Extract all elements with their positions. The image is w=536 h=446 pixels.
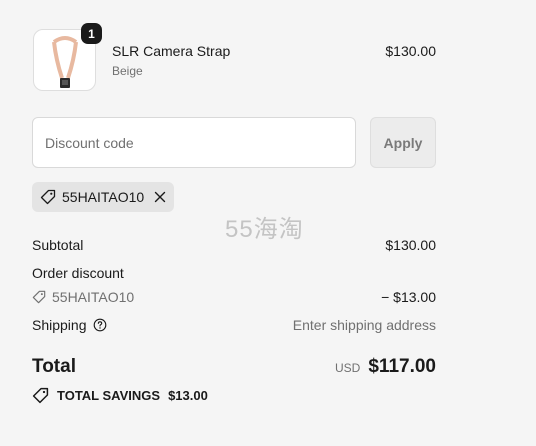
tag-icon	[40, 189, 56, 205]
order-discount-value: − $13.00	[381, 289, 436, 305]
order-discount-code-line: 55HAITAO10	[32, 289, 134, 305]
discount-code-input[interactable]	[32, 117, 356, 168]
tag-icon	[32, 290, 46, 304]
watermark: 55海淘	[225, 216, 304, 243]
order-discount-label: Order discount	[32, 265, 124, 281]
help-icon[interactable]	[93, 318, 107, 332]
shipping-value: Enter shipping address	[292, 317, 436, 333]
total-savings-value: $13.00	[168, 388, 208, 403]
total-value: USD $117.00	[335, 356, 436, 378]
shipping-label: Shipping	[32, 317, 87, 333]
applied-discount-chip: 55HAITAO10	[32, 182, 174, 212]
subtotal-value: $130.00	[385, 237, 436, 253]
total-savings-label: TOTAL SAVINGS	[57, 388, 161, 403]
tag-icon	[32, 387, 49, 404]
shipping-label-line: Shipping	[32, 317, 107, 333]
total-label: Total	[32, 356, 76, 377]
total-currency: USD	[335, 361, 361, 375]
subtotal-label: Subtotal	[32, 237, 84, 253]
close-icon[interactable]	[154, 191, 166, 203]
product-variant: Beige	[112, 64, 143, 78]
product-price: $130.00	[385, 43, 436, 59]
total-amount: $117.00	[368, 356, 436, 377]
apply-button[interactable]: Apply	[370, 117, 436, 168]
product-name: SLR Camera Strap	[112, 43, 231, 59]
order-discount-code: 55HAITAO10	[52, 289, 135, 305]
total-savings: TOTAL SAVINGS $13.00	[32, 387, 208, 404]
quantity-badge: 1	[81, 23, 102, 44]
applied-discount-code: 55HAITAO10	[62, 189, 145, 205]
